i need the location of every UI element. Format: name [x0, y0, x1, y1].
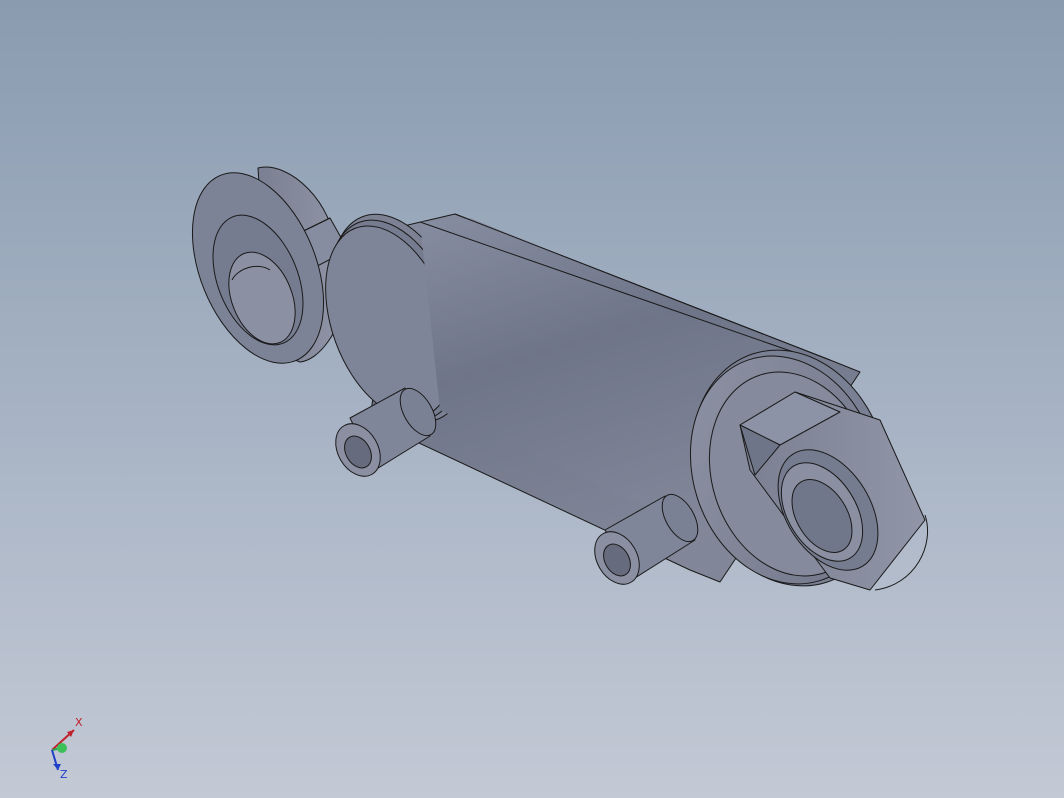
- coordinate-triad: X Z: [40, 712, 90, 782]
- graphics-viewport[interactable]: X Z: [0, 0, 1064, 798]
- hydraulic-cylinder-model[interactable]: [0, 0, 1064, 798]
- z-axis-label: Z: [60, 768, 68, 781]
- x-axis-label: X: [75, 716, 83, 729]
